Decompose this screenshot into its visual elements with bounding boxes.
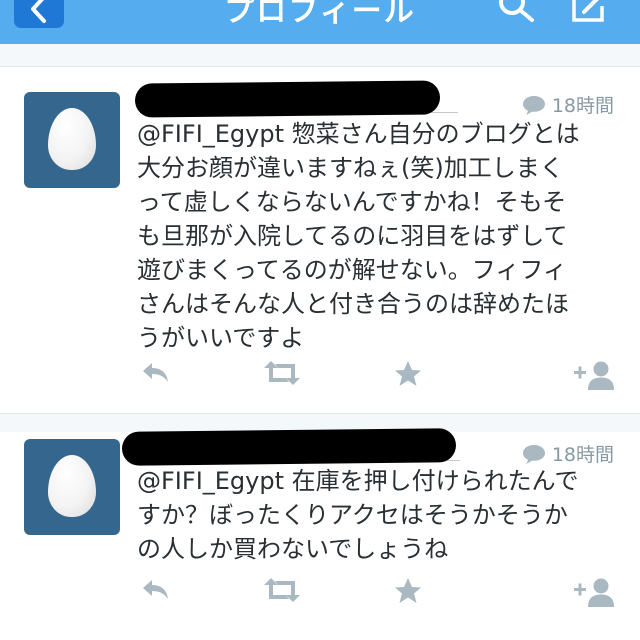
redacted-author-name	[134, 80, 441, 118]
favorite-star-icon[interactable]	[393, 359, 423, 389]
redacted-author-name	[121, 428, 457, 466]
tweet-actions	[0, 355, 640, 395]
reply-bubble-icon	[522, 444, 545, 464]
tweet-text-line: @FIFI_Egypt 惣菜さん自分のブログとは	[137, 120, 580, 148]
tweet-meta: 18時間	[522, 440, 614, 467]
tweet[interactable]: 18時間 @FIFI_Egypt 在庫を押し付けられたんで すか？ぼったくりアク…	[0, 428, 640, 640]
search-icon[interactable]	[494, 0, 538, 28]
tweet-text-line: の人しか買わないでしょうね	[137, 535, 449, 563]
retweet-icon[interactable]	[262, 359, 302, 387]
tweet-text-line: @FIFI_Egypt 在庫を押し付けられたんで	[137, 467, 579, 495]
tweet[interactable]: 18時間 @FIFI_Egypt 惣菜さん自分のブログとは 大分お顔が違いますね…	[0, 67, 640, 413]
tweet-meta: 18時間	[522, 91, 614, 118]
tweet-text-line: も旦那が入院してるのに羽目をはずして	[137, 222, 568, 250]
tweet-time: 18時間	[551, 95, 614, 117]
reply-icon[interactable]	[140, 359, 172, 387]
tweet-text: @FIFI_Egypt 在庫を押し付けられたんで すか？ぼったくりアクセはそうか…	[137, 464, 617, 566]
reply-bubble-icon	[522, 95, 545, 115]
tweet-text-line: って虚しくならないんですかね！そもそ	[137, 188, 567, 216]
tweet-text-line: さんはそんな人と付き合うのは辞めたほ	[137, 290, 569, 318]
retweet-icon[interactable]	[262, 576, 302, 604]
favorite-star-icon[interactable]	[393, 576, 423, 606]
tweet-actions	[0, 572, 640, 612]
tweet-text-line: すか？ぼったくりアクセはそうかそうか	[137, 501, 568, 529]
reply-icon[interactable]	[140, 576, 172, 604]
follow-icon[interactable]	[572, 576, 616, 608]
timeline-gap	[0, 44, 640, 67]
follow-icon[interactable]	[572, 359, 616, 391]
avatar[interactable]	[24, 92, 120, 188]
tweet-time: 18時間	[551, 444, 614, 466]
avatar[interactable]	[24, 439, 120, 535]
tweet-text-line: 大分お顔が違いますねぇ(笑)加工しまく	[137, 154, 564, 182]
tweet-text: @FIFI_Egypt 惣菜さん自分のブログとは 大分お顔が違いますねぇ(笑)加…	[137, 117, 617, 355]
tweet-text-line: うがいいですよ	[137, 324, 305, 352]
default-egg-avatar-icon	[48, 455, 96, 517]
default-egg-avatar-icon	[48, 108, 96, 170]
page-title: プロフィール	[224, 0, 416, 29]
compose-icon[interactable]	[570, 0, 614, 28]
tweet-text-line: 遊びまくってるのが解せない。フィフィ	[137, 256, 567, 284]
navigation-bar: プロフィール	[0, 0, 640, 44]
